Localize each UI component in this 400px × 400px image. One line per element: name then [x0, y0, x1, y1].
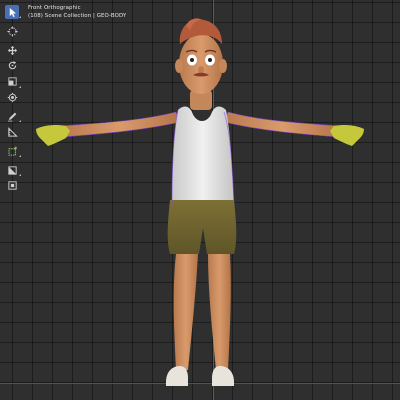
inset-tool[interactable] — [5, 179, 19, 193]
viewport-info: Front Orthographic (108) Scene Collectio… — [28, 4, 126, 20]
cursor-tool[interactable] — [5, 24, 19, 38]
extrude-tool[interactable] — [5, 163, 21, 177]
inset-icon — [7, 181, 17, 191]
tool-shelf — [5, 5, 21, 195]
cursor-arrow-icon — [9, 7, 16, 17]
left-shoe — [166, 366, 188, 386]
collection-info: (108) Scene Collection | GEO-BODY — [28, 13, 127, 19]
move-icon — [7, 45, 17, 55]
head — [179, 34, 223, 94]
scale-icon — [7, 77, 17, 86]
scale-tool[interactable] — [5, 75, 21, 89]
tank-top — [172, 106, 234, 205]
cursor-crosshair-icon — [6, 25, 18, 37]
ruler-icon — [7, 126, 18, 137]
transform-tool[interactable] — [5, 90, 19, 104]
pencil-icon — [7, 112, 16, 122]
select-box-tool[interactable] — [5, 5, 21, 19]
right-shoe — [212, 366, 234, 386]
measure-tool[interactable] — [5, 125, 19, 139]
right-leg — [208, 254, 231, 370]
rotate-icon — [8, 61, 16, 70]
move-tool[interactable] — [5, 43, 19, 57]
right-hand — [330, 125, 364, 146]
add-cube-icon — [8, 146, 17, 156]
left-arm — [59, 111, 181, 138]
left-ear — [175, 59, 183, 73]
right-ear — [219, 59, 227, 73]
character-model[interactable] — [0, 0, 400, 400]
add-cube-tool[interactable] — [5, 144, 21, 158]
left-leg — [173, 254, 198, 370]
left-hand — [36, 125, 70, 146]
annotate-tool[interactable] — [5, 109, 21, 123]
transform-icon — [7, 92, 17, 103]
right-arm — [223, 111, 341, 138]
rotate-tool[interactable] — [5, 59, 19, 73]
extrude-icon — [7, 166, 17, 175]
3d-viewport[interactable]: Front Orthographic (108) Scene Collectio… — [0, 0, 400, 400]
view-name: Front Orthographic — [28, 5, 81, 11]
shorts — [167, 200, 237, 254]
